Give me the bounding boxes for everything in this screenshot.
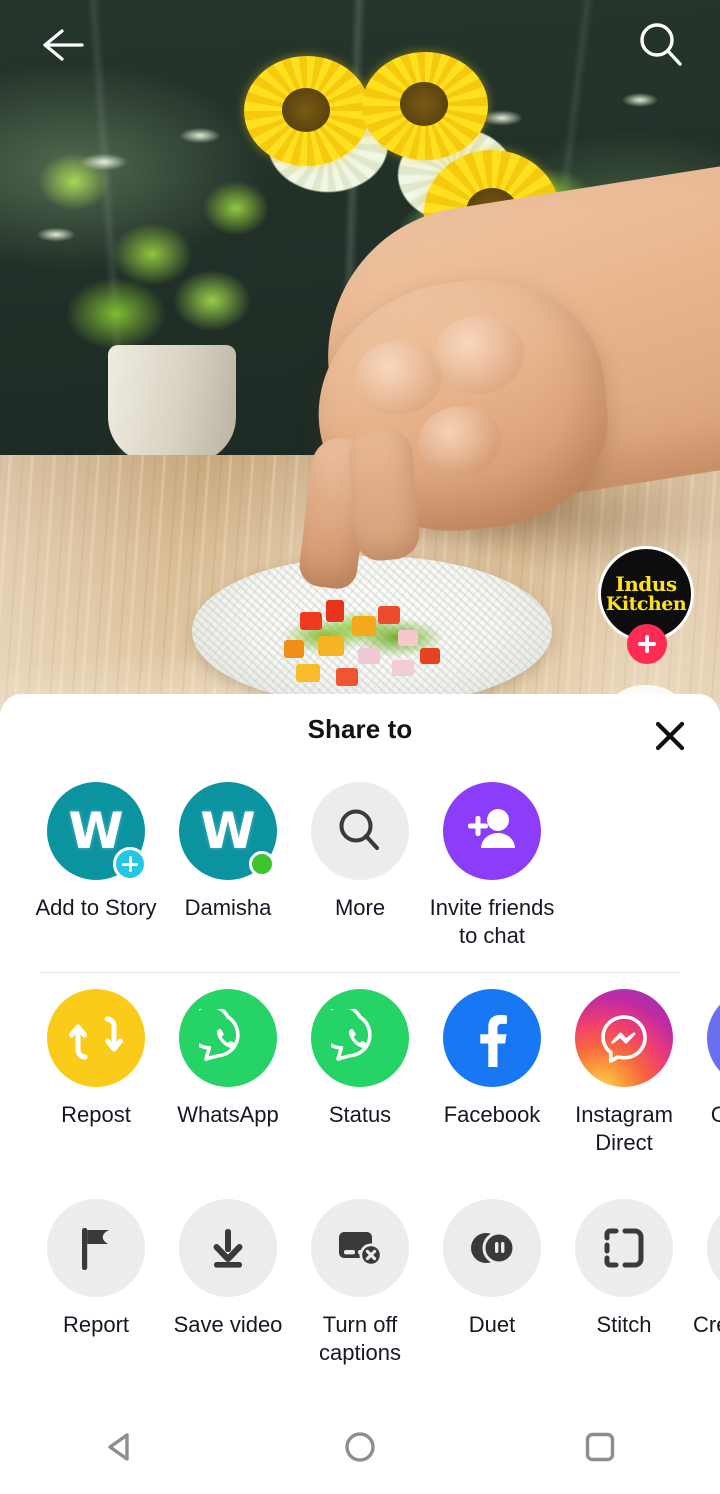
veg-onion-1 <box>398 630 418 646</box>
close-icon <box>655 721 685 751</box>
veg-red-2 <box>326 600 344 622</box>
veg-orange-4 <box>296 664 320 682</box>
stitch-brackets-icon <box>575 1199 673 1297</box>
nav-back-triangle-icon <box>108 1433 129 1461</box>
online-dot-icon <box>249 851 275 877</box>
share-app-repost[interactable]: Repost <box>30 989 162 1183</box>
share-sheet-header: Share to <box>0 694 720 768</box>
search-button[interactable] <box>632 16 690 74</box>
whatsapp-status-icon <box>311 989 409 1087</box>
veg-orange-1 <box>352 616 376 636</box>
veg-red-4 <box>336 668 358 686</box>
flower-pot <box>108 345 236 463</box>
messenger-bolt-icon <box>575 989 673 1087</box>
tiktok-share-screen: Indus Kitchen Share to W Add to Story W … <box>0 0 720 1494</box>
share-app-copy-link[interactable]: Copy link <box>690 989 720 1183</box>
facebook-icon <box>443 989 541 1087</box>
action-stitch[interactable]: Stitch <box>558 1199 690 1383</box>
action-label: Turn off captions <box>319 1312 401 1365</box>
share-app-label: Copy link <box>710 1102 720 1127</box>
share-target-label: Add to Story <box>35 895 157 920</box>
actions-row[interactable]: Report Save video Turn off captions Duet… <box>0 1183 720 1383</box>
search-icon <box>640 23 682 66</box>
copy-link-icon <box>707 989 720 1087</box>
share-sheet: Share to W Add to Story W Damisha More I… <box>0 694 720 1400</box>
avatar-line-1: Indus <box>615 571 677 596</box>
download-icon <box>179 1199 277 1297</box>
share-app-label: WhatsApp <box>177 1102 279 1127</box>
apps-row[interactable]: Repost WhatsApp Status Facebook Instagra… <box>0 973 720 1183</box>
repost-arrows-icon <box>47 989 145 1087</box>
share-app-label: Status <box>328 1102 392 1127</box>
share-app-label: Facebook <box>443 1102 541 1127</box>
nav-recents-square-icon <box>585 1432 615 1462</box>
friends-row[interactable]: W Add to Story W Damisha More Invite fri… <box>0 768 720 968</box>
search-icon <box>311 782 409 880</box>
stats-icon <box>707 1199 720 1297</box>
user-avatar-w-icon: W <box>179 782 277 880</box>
veg-orange-2 <box>318 636 344 656</box>
follow-button[interactable] <box>627 624 667 664</box>
action-label: Stitch <box>596 1312 652 1337</box>
share-app-instagram-direct[interactable]: Instagram Direct <box>558 989 690 1183</box>
action-report[interactable]: Report <box>30 1199 162 1383</box>
share-target-label: Invite friends to chat <box>429 895 555 948</box>
action-label: Report <box>62 1312 130 1337</box>
share-app-label: Instagram Direct <box>575 1102 673 1155</box>
share-target-add-to-story[interactable]: W Add to Story <box>30 782 162 968</box>
thumb <box>346 427 422 563</box>
action-label: Creator stats <box>693 1312 720 1337</box>
veg-red-3 <box>378 606 400 624</box>
arrow-left-icon <box>43 29 84 61</box>
flag-icon <box>47 1199 145 1297</box>
share-target-label: More <box>334 895 386 920</box>
captions-off-icon <box>311 1199 409 1297</box>
share-target-more[interactable]: More <box>294 782 426 968</box>
action-turn-off-captions[interactable]: Turn off captions <box>294 1199 426 1383</box>
share-target-damisha[interactable]: W Damisha <box>162 782 294 968</box>
veg-onion-2 <box>358 648 380 664</box>
action-label: Duet <box>468 1312 516 1337</box>
nav-recents-button[interactable] <box>540 1400 660 1494</box>
veg-orange-3 <box>284 640 304 658</box>
veg-onion-3 <box>392 660 414 676</box>
duet-circles-icon <box>443 1199 541 1297</box>
action-save-video[interactable]: Save video <box>162 1199 294 1383</box>
avatar-line-2: Kitchen <box>605 592 687 615</box>
share-app-facebook[interactable]: Facebook <box>426 989 558 1183</box>
share-app-status[interactable]: Status <box>294 989 426 1183</box>
nav-home-button[interactable] <box>300 1400 420 1494</box>
nav-home-circle-icon <box>345 1432 375 1462</box>
sheet-title: Share to <box>307 714 413 744</box>
person-plus-icon <box>443 782 541 880</box>
user-avatar-w-icon: W <box>47 782 147 881</box>
share-app-label: Repost <box>61 1102 131 1127</box>
whatsapp-icon <box>179 989 277 1087</box>
share-target-label: Damisha <box>184 895 272 920</box>
share-app-whatsapp[interactable]: WhatsApp <box>162 989 294 1183</box>
close-button[interactable] <box>646 712 694 760</box>
share-target-invite-friends[interactable]: Invite friends to chat <box>426 782 558 968</box>
nav-back-button[interactable] <box>60 1400 180 1494</box>
creator-avatar-block: Indus Kitchen <box>598 546 694 666</box>
action-creator-stats[interactable]: Creator stats <box>690 1199 720 1383</box>
veg-red-1 <box>300 612 322 630</box>
video-top-bar <box>0 0 720 90</box>
veg-red-5 <box>420 648 440 664</box>
action-label: Save video <box>173 1312 283 1337</box>
plus-badge-icon <box>113 847 147 881</box>
back-button[interactable] <box>34 20 92 70</box>
android-navigation-bar <box>0 1400 720 1494</box>
action-duet[interactable]: Duet <box>426 1199 558 1383</box>
